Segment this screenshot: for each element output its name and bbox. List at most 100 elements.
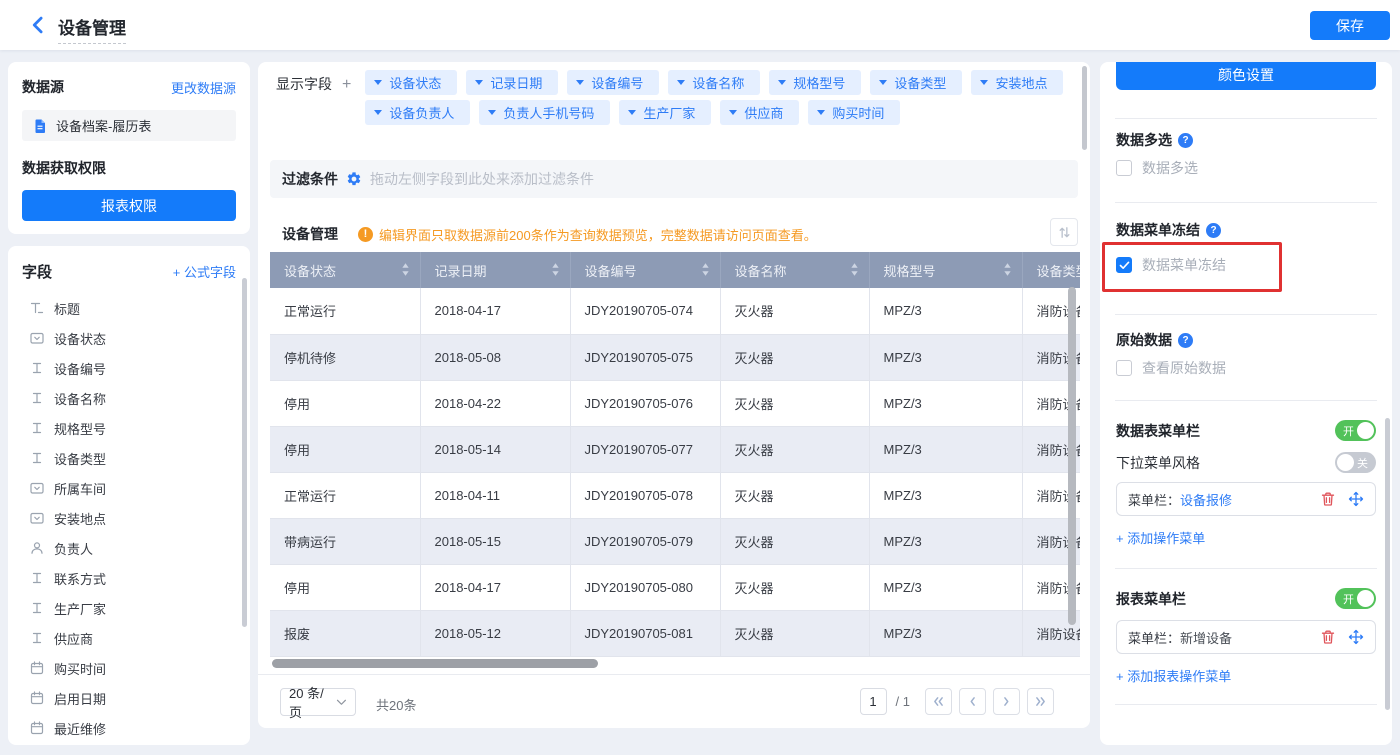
delete-icon[interactable] xyxy=(1320,491,1336,507)
field-item[interactable]: 设备类型 xyxy=(22,443,236,473)
checkbox-checked[interactable] xyxy=(1116,257,1132,273)
report-menu-item[interactable]: 菜单栏： 新增设备 xyxy=(1116,620,1376,654)
last-page-button[interactable] xyxy=(1027,688,1054,715)
field-item[interactable]: 负责人 xyxy=(22,533,236,563)
help-icon[interactable]: ? xyxy=(1178,332,1193,348)
field-item[interactable]: 设备状态 xyxy=(22,323,236,353)
table-row[interactable]: 停用2018-04-17JDY20190705-080灭火器MPZ/3消防设备 xyxy=(270,564,1080,611)
table-row[interactable]: 停用2018-04-22JDY20190705-076灭火器MPZ/3消防设备 xyxy=(270,380,1080,427)
display-field-tag[interactable]: 安装地点 xyxy=(971,70,1064,95)
table-menu-row: 数据表菜单栏 开 xyxy=(1116,420,1376,441)
chevron-down-icon xyxy=(778,80,787,85)
save-button[interactable]: 保存 xyxy=(1310,11,1390,40)
display-field-tag[interactable]: 记录日期 xyxy=(466,70,559,95)
move-icon[interactable] xyxy=(1348,491,1364,507)
sort-carets-icon[interactable] xyxy=(1003,262,1012,280)
menu-freeze-checkbox-row[interactable]: 数据菜单冻结 xyxy=(1116,255,1226,275)
field-item[interactable]: 购买时间 xyxy=(22,653,236,683)
display-field-tag[interactable]: 设备编号 xyxy=(567,70,660,95)
page-size-select[interactable]: 20 条/页 xyxy=(280,686,356,720)
field-item[interactable]: 生产厂家 xyxy=(22,593,236,623)
sort-carets-icon[interactable] xyxy=(850,262,859,280)
column-header[interactable]: 设备状态 xyxy=(270,252,421,288)
add-formula-field-link[interactable]: + 公式字段 xyxy=(173,262,236,281)
panel-scrollbar[interactable] xyxy=(1082,66,1087,150)
column-header[interactable]: 设备编号 xyxy=(570,252,721,288)
column-header[interactable]: 规格型号 xyxy=(869,252,1023,288)
field-item[interactable]: 安装地点 xyxy=(22,503,236,533)
move-icon[interactable] xyxy=(1348,629,1364,645)
fields-scrollbar[interactable] xyxy=(242,278,247,627)
table-row[interactable]: 正常运行2018-04-17JDY20190705-074灭火器MPZ/3消防设… xyxy=(270,288,1080,335)
field-item[interactable]: 启用日期 xyxy=(22,683,236,713)
warning-icon: ! xyxy=(358,226,373,242)
field-item[interactable]: 标题 xyxy=(22,293,236,323)
help-icon[interactable]: ? xyxy=(1178,132,1193,148)
settings-scrollbar[interactable] xyxy=(1385,418,1390,710)
display-field-tag[interactable]: 设备负责人 xyxy=(365,100,471,125)
datasource-item[interactable]: 设备档案-履历表 xyxy=(22,110,236,141)
table-menu-toggle-on[interactable]: 开 xyxy=(1335,420,1376,441)
page-count: / 1 xyxy=(895,694,910,709)
table-row[interactable]: 报废2018-05-12JDY20190705-081灭火器MPZ/3消防设备 xyxy=(270,610,1080,657)
table-row[interactable]: 正常运行2018-04-11JDY20190705-078灭火器MPZ/3消防设… xyxy=(270,472,1080,519)
table-horizontal-scrollbar[interactable] xyxy=(272,659,598,668)
add-display-field-button[interactable]: + xyxy=(342,72,351,97)
column-header[interactable]: 记录日期 xyxy=(420,252,571,288)
field-item[interactable]: 设备名称 xyxy=(22,383,236,413)
table-row[interactable]: 停用2018-05-14JDY20190705-077灭火器MPZ/3消防设备 xyxy=(270,426,1080,473)
display-field-tag[interactable]: 设备类型 xyxy=(870,70,963,95)
display-field-tag[interactable]: 购买时间 xyxy=(808,100,901,125)
page-title[interactable]: 设备管理 xyxy=(58,14,126,44)
display-field-tag[interactable]: 生产厂家 xyxy=(619,100,712,125)
display-field-tag[interactable]: 供应商 xyxy=(720,100,800,125)
display-field-tag[interactable]: 负责人手机号码 xyxy=(479,100,611,125)
color-settings-button[interactable]: 颜色设置 xyxy=(1116,62,1376,90)
add-report-action-menu-link[interactable]: + 添加报表操作菜单 xyxy=(1116,666,1231,685)
form-file-icon xyxy=(32,118,48,134)
previous-page-button[interactable] xyxy=(959,688,986,715)
table-row[interactable]: 停机待修2018-05-08JDY20190705-075灭火器MPZ/3消防设… xyxy=(270,334,1080,381)
table-menu-item[interactable]: 菜单栏： 设备报修 xyxy=(1116,482,1376,516)
dropdown-style-toggle-off[interactable]: 关 xyxy=(1335,452,1376,473)
display-field-tags: 设备状态 记录日期 设备编号 设备名称 规格型号 设备类型 安装地点 设备负责人… xyxy=(365,70,1065,125)
add-action-menu-link[interactable]: + 添加操作菜单 xyxy=(1116,528,1205,547)
menu-freeze-title: 数据菜单冻结 ? xyxy=(1116,220,1221,240)
raw-data-checkbox-row[interactable]: 查看原始数据 xyxy=(1116,358,1226,378)
fields-title: 字段 xyxy=(22,264,53,281)
filter-condition-bar[interactable]: 过滤条件 拖动左侧字段到此处来添加过滤条件 xyxy=(270,160,1078,198)
gear-icon[interactable] xyxy=(346,171,362,187)
column-header[interactable]: 设备名称 xyxy=(720,252,870,288)
display-field-tag[interactable]: 规格型号 xyxy=(769,70,862,95)
display-field-tag[interactable]: 设备名称 xyxy=(668,70,761,95)
first-page-button[interactable] xyxy=(925,688,952,715)
report-permission-button[interactable]: 报表权限 xyxy=(22,190,236,221)
checkbox-unchecked[interactable] xyxy=(1116,360,1132,376)
field-item[interactable]: 联系方式 xyxy=(22,563,236,593)
sort-carets-icon[interactable] xyxy=(701,262,710,280)
field-item[interactable]: 供应商 xyxy=(22,623,236,653)
page-number-input[interactable]: 1 xyxy=(859,688,887,715)
text-field-icon xyxy=(32,632,42,644)
help-icon[interactable]: ? xyxy=(1206,222,1221,238)
report-editor-panel: 显示字段 + 设备状态 记录日期 设备编号 设备名称 规格型号 设备类型 安装地… xyxy=(258,62,1090,728)
report-menu-toggle-on[interactable]: 开 xyxy=(1335,588,1376,609)
field-item[interactable]: 最近维修 xyxy=(22,713,236,743)
field-item[interactable]: 所属车间 xyxy=(22,473,236,503)
display-field-tag[interactable]: 设备状态 xyxy=(365,70,458,95)
select-field-icon xyxy=(30,512,44,524)
field-item[interactable]: 规格型号 xyxy=(22,413,236,443)
next-page-button[interactable] xyxy=(993,688,1020,715)
back-icon[interactable] xyxy=(28,15,48,35)
column-header[interactable]: 设备类型 xyxy=(1022,252,1080,288)
sort-order-button[interactable] xyxy=(1050,218,1078,246)
field-item[interactable]: 设备编号 xyxy=(22,353,236,383)
table-row[interactable]: 带病运行2018-05-15JDY20190705-079灭火器MPZ/3消防设… xyxy=(270,518,1080,565)
sort-carets-icon[interactable] xyxy=(401,262,410,280)
delete-icon[interactable] xyxy=(1320,629,1336,645)
sort-carets-icon[interactable] xyxy=(551,262,560,280)
table-vertical-scrollbar[interactable] xyxy=(1068,287,1076,625)
change-datasource-link[interactable]: 更改数据源 xyxy=(171,78,236,97)
multi-select-checkbox-row[interactable]: 数据多选 xyxy=(1116,158,1198,178)
checkbox-unchecked[interactable] xyxy=(1116,160,1132,176)
